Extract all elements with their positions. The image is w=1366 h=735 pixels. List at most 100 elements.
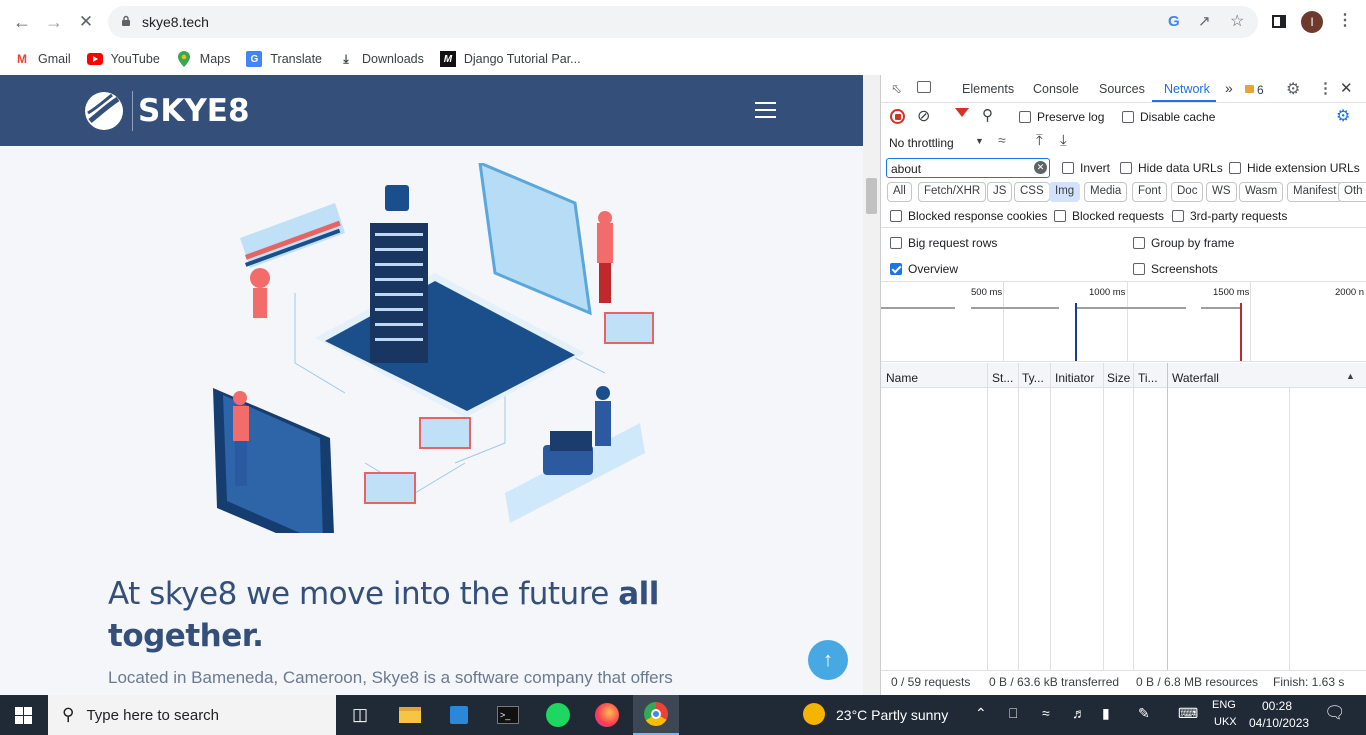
column-status[interactable]: St...: [992, 371, 1013, 385]
type-filter-other[interactable]: Oth: [1338, 182, 1366, 202]
invert-checkbox[interactable]: Invert: [1062, 161, 1110, 175]
network-conditions-icon[interactable]: ≈: [998, 132, 1006, 148]
bookmark-youtube[interactable]: YouTube: [86, 51, 160, 67]
record-stop-icon[interactable]: [890, 109, 905, 124]
scroll-to-top-button[interactable]: ↑: [808, 640, 848, 680]
hamburger-menu-icon[interactable]: [755, 102, 776, 118]
file-explorer-icon[interactable]: [387, 695, 433, 735]
blocked-cookies-checkbox[interactable]: Blocked response cookies: [890, 209, 1047, 223]
google-icon[interactable]: G: [1168, 13, 1180, 30]
throttling-select[interactable]: No throttling: [889, 136, 954, 150]
microsoft-store-icon[interactable]: [436, 695, 482, 735]
type-filter-wasm[interactable]: Wasm: [1239, 182, 1284, 202]
task-view-icon[interactable]: ◫: [337, 695, 383, 735]
address-bar[interactable]: skye8.tech G ↗ ☆: [108, 6, 1258, 38]
terminal-icon[interactable]: >_: [485, 695, 531, 735]
network-settings-gear-icon[interactable]: ⚙: [1336, 106, 1350, 126]
taskbar-search-box[interactable]: ⚲ Type here to search: [48, 695, 336, 735]
device-toolbar-icon[interactable]: [917, 81, 931, 93]
volume-icon[interactable]: ♬: [1072, 705, 1086, 721]
back-arrow-icon[interactable]: ←: [8, 8, 36, 36]
filter-input[interactable]: about ✕: [886, 158, 1050, 178]
bookmark-gmail[interactable]: M Gmail: [14, 51, 71, 67]
menu-kebab-icon[interactable]: ⋮: [1337, 10, 1353, 30]
bookmark-django[interactable]: M Django Tutorial Par...: [439, 51, 581, 67]
keyboard-icon[interactable]: ⌨: [1178, 705, 1198, 722]
tab-console[interactable]: Console: [1033, 82, 1079, 96]
spotify-icon[interactable]: [535, 695, 581, 735]
close-devtools-icon[interactable]: ✕: [1340, 79, 1353, 97]
clock-time[interactable]: 00:28: [1262, 699, 1292, 713]
bookmark-maps[interactable]: Maps: [176, 51, 230, 67]
clock-date[interactable]: 04/10/2023: [1249, 716, 1309, 730]
screenshots-checkbox[interactable]: Screenshots: [1133, 262, 1218, 276]
throttling-dropdown-icon[interactable]: ▼: [975, 136, 984, 146]
firefox-icon[interactable]: [584, 695, 630, 735]
wifi-icon[interactable]: ≈: [1042, 705, 1050, 721]
windows-start-icon[interactable]: [15, 707, 32, 724]
tab-sources[interactable]: Sources: [1099, 82, 1145, 96]
keyboard-layout[interactable]: UKX: [1214, 716, 1237, 728]
bookmark-star-icon[interactable]: ☆: [1230, 11, 1244, 31]
page-scrollbar[interactable]: [863, 75, 880, 695]
type-filter-fetch-xhr[interactable]: Fetch/XHR: [918, 182, 987, 202]
request-list[interactable]: [881, 388, 1366, 670]
import-har-icon[interactable]: ⤒: [1036, 132, 1043, 149]
tab-network[interactable]: Network: [1164, 82, 1210, 96]
group-by-frame-checkbox[interactable]: Group by frame: [1133, 236, 1234, 250]
more-tabs-icon[interactable]: »: [1225, 80, 1233, 96]
bookmark-downloads[interactable]: ⤓ Downloads: [338, 51, 424, 67]
inspect-element-icon[interactable]: ⬁: [891, 81, 902, 97]
blocked-requests-checkbox[interactable]: Blocked requests: [1054, 209, 1164, 223]
type-filter-all[interactable]: All: [887, 182, 912, 202]
profile-avatar[interactable]: I: [1301, 11, 1323, 33]
filter-icon[interactable]: [955, 108, 969, 117]
type-filter-js[interactable]: JS: [987, 182, 1013, 202]
column-initiator[interactable]: Initiator: [1055, 371, 1094, 385]
bookmark-translate[interactable]: G Translate: [246, 51, 322, 67]
side-panel-icon[interactable]: [1272, 15, 1286, 28]
usb-icon[interactable]: ⎕: [1009, 705, 1017, 722]
hide-extension-urls-checkbox[interactable]: Hide extension URLs: [1229, 161, 1360, 175]
notification-center-icon[interactable]: 🗨: [1324, 703, 1346, 723]
pen-icon[interactable]: ✎: [1138, 705, 1150, 722]
type-filter-css[interactable]: CSS: [1014, 182, 1050, 202]
type-filter-font[interactable]: Font: [1132, 182, 1168, 202]
clear-icon[interactable]: ⊘: [917, 106, 930, 126]
column-type[interactable]: Ty...: [1022, 371, 1044, 385]
third-party-checkbox[interactable]: 3rd-party requests: [1172, 209, 1287, 223]
chrome-taskbar-icon[interactable]: [633, 695, 679, 735]
search-icon[interactable]: ⚲: [982, 106, 993, 124]
clear-filter-icon[interactable]: ✕: [1034, 161, 1047, 174]
column-name[interactable]: Name: [886, 371, 918, 385]
preserve-log-checkbox[interactable]: Preserve log: [1019, 110, 1104, 124]
big-request-rows-checkbox[interactable]: Big request rows: [890, 236, 997, 250]
share-icon[interactable]: ↗: [1198, 12, 1211, 30]
overview-checkbox[interactable]: Overview: [890, 262, 958, 276]
page-scrollbar-thumb[interactable]: [866, 178, 877, 214]
type-filter-media[interactable]: Media: [1084, 182, 1128, 202]
column-size[interactable]: Size: [1107, 371, 1130, 385]
devtools-menu-icon[interactable]: ⋮: [1318, 79, 1333, 97]
settings-gear-icon[interactable]: ⚙: [1286, 79, 1300, 99]
type-filter-doc[interactable]: Doc: [1171, 182, 1204, 202]
language-code[interactable]: ENG: [1212, 699, 1236, 711]
tab-elements[interactable]: Elements: [962, 82, 1014, 96]
stop-loading-icon[interactable]: ✕: [72, 8, 100, 36]
hide-data-urls-checkbox[interactable]: Hide data URLs: [1120, 161, 1223, 175]
weather-partly-sunny-icon[interactable]: [803, 703, 825, 725]
skye8-logo-icon[interactable]: [84, 91, 124, 131]
export-har-icon[interactable]: ⤓: [1060, 132, 1067, 149]
type-filter-img[interactable]: Img: [1049, 182, 1081, 202]
issues-icon[interactable]: [1245, 85, 1254, 93]
battery-icon[interactable]: ▮: [1102, 705, 1110, 722]
weather-text[interactable]: 23°C Partly sunny: [836, 707, 948, 723]
type-filter-ws[interactable]: WS: [1206, 182, 1237, 202]
type-filter-manifest[interactable]: Manifest: [1287, 182, 1343, 202]
forward-arrow-icon[interactable]: →: [40, 8, 68, 36]
column-waterfall[interactable]: Waterfall: [1172, 371, 1219, 385]
show-hidden-icons-chevron-icon[interactable]: ⌃: [975, 705, 987, 722]
site-logo[interactable]: SKYE8: [138, 93, 250, 129]
sort-ascending-icon[interactable]: ▲: [1346, 371, 1355, 381]
column-time[interactable]: Ti...: [1138, 371, 1158, 385]
